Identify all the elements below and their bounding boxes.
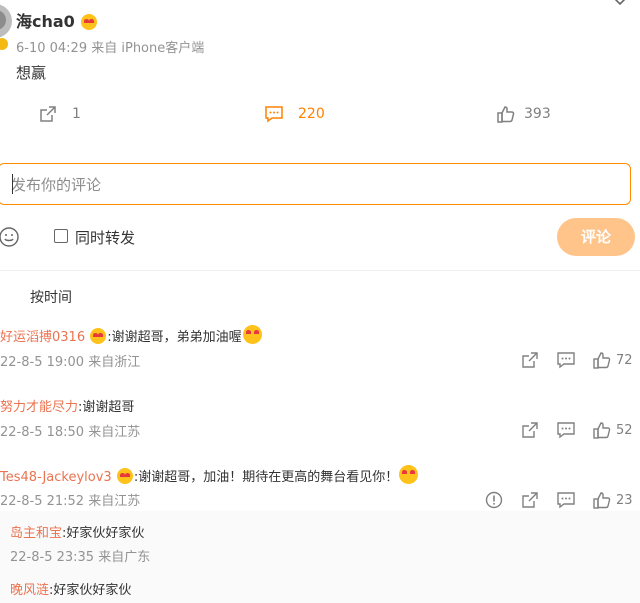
comment-button[interactable]: 220 (264, 104, 325, 124)
replier-name[interactable]: 晚风涟 (10, 583, 49, 598)
sort-by-time[interactable]: 按时间 (30, 287, 72, 307)
forward-count: 1 (72, 106, 81, 122)
post-username[interactable]: 海cha0 (16, 8, 98, 32)
kiss-emoji-icon (399, 465, 419, 484)
replier-name[interactable]: 岛主和宝 (10, 526, 62, 541)
chevron-down-icon[interactable] (612, 0, 628, 8)
comment-like-count: 72 (616, 352, 633, 368)
comment-count: 220 (298, 106, 325, 122)
post-meta: 6-10 04:29 来自 iPhone客户端 (16, 41, 205, 56)
reply-text: :好家伙好家伙 (49, 583, 132, 598)
like-count: 393 (524, 106, 551, 122)
comment-actions: 23 (484, 490, 633, 510)
username-text[interactable]: 海cha0 (16, 12, 75, 31)
reply-text: :好家伙好家伙 (62, 526, 145, 541)
cheer-emoji-icon (242, 325, 262, 344)
forward-icon (40, 106, 56, 122)
like-button[interactable]: 393 (496, 104, 551, 124)
comment-text: :谢谢超哥 (78, 400, 135, 415)
text-caret (12, 174, 13, 194)
forward-button[interactable]: 1 (38, 104, 81, 124)
forward-icon[interactable] (520, 420, 540, 440)
forward-icon[interactable] (520, 350, 540, 370)
comment-icon (265, 106, 283, 123)
comment-text: :谢谢超哥，弟弟加油喔 (107, 330, 242, 345)
thumbs-up-icon[interactable] (592, 350, 612, 370)
divider (0, 270, 640, 271)
thumbs-up-icon (497, 106, 515, 123)
comment-actions: 72 (520, 350, 633, 370)
avatar[interactable] (0, 4, 12, 38)
comment-time: 22-8-5 18:50 来自江苏 (0, 425, 141, 440)
forward-icon[interactable] (520, 490, 540, 510)
reply-time: 22-8-5 23:35 来自广东 (10, 550, 151, 565)
comment-like-count: 23 (616, 492, 633, 508)
thumbs-up-icon[interactable] (592, 490, 612, 510)
reply-item: 岛主和宝:好家伙好家伙 (10, 522, 144, 541)
comment-text: :谢谢超哥，加油！期待在更高的舞台看见你！ (133, 470, 399, 485)
comment-item: 努力才能尽力:谢谢超哥 (0, 396, 134, 415)
comment-time: 22-8-5 21:52 来自江苏 (0, 494, 141, 509)
heart-eyes-emoji-icon (90, 328, 107, 344)
reply-item: 晚风涟:好家伙好家伙 (10, 579, 131, 598)
post-text: 想赢 (16, 64, 47, 82)
report-icon[interactable] (484, 490, 504, 510)
comment-actions: 52 (520, 420, 633, 440)
comment-item: 好运滔搏0316 :谢谢超哥，弟弟加油喔 (0, 325, 263, 345)
comment-item: Tes48-Jackeylov3 :谢谢超哥，加油！期待在更高的舞台看见你！ (0, 465, 419, 485)
comment-input-box[interactable] (0, 163, 631, 205)
comment-icon[interactable] (556, 420, 576, 440)
avatar-face (0, 10, 6, 30)
forward-checkbox-label[interactable]: 同时转发 (75, 227, 135, 248)
forward-checkbox[interactable] (54, 229, 68, 243)
comment-icon[interactable] (556, 350, 576, 370)
heart-eyes-emoji-icon (116, 468, 133, 484)
submit-comment-button[interactable]: 评论 (557, 218, 635, 256)
verified-badge-icon (0, 38, 8, 50)
commenter-name[interactable]: 好运滔搏0316 (0, 330, 85, 345)
commenter-name[interactable]: Tes48-Jackeylov3 (0, 470, 112, 485)
emoji-picker-icon[interactable] (0, 226, 20, 248)
comment-like-count: 52 (616, 422, 633, 438)
commenter-name[interactable]: 努力才能尽力 (0, 400, 78, 415)
comment-input[interactable] (9, 173, 613, 197)
heart-eyes-emoji-icon (81, 14, 98, 30)
comment-time: 22-8-5 19:00 来自浙江 (0, 355, 141, 370)
comment-icon[interactable] (556, 490, 576, 510)
thumbs-up-icon[interactable] (592, 420, 612, 440)
